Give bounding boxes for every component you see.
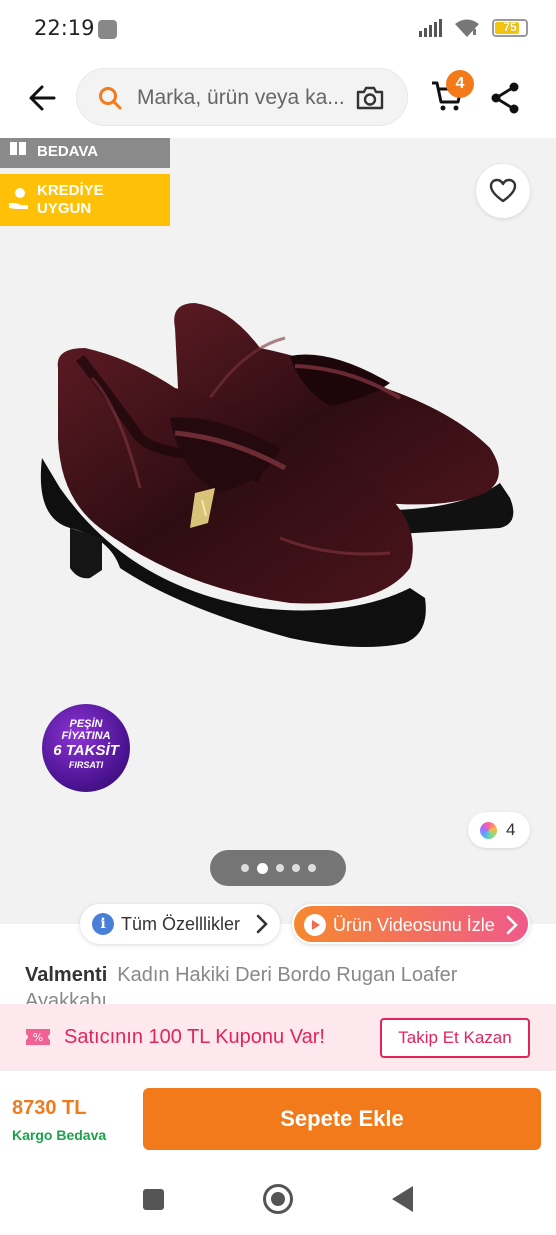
status-time: 22:19 [34, 16, 95, 40]
play-icon [304, 914, 326, 936]
chevron-right-icon [256, 914, 268, 934]
coupon-text: Satıcının 100 TL Kuponu Var! [64, 1026, 325, 1048]
installment-promo-badge: PEŞİN FİYATINA 6 TAKSİT FIRSATI [42, 704, 130, 792]
credit-label-line1: KREDİYE [37, 182, 104, 199]
hand-coin-icon [9, 188, 28, 209]
info-icon: i [92, 913, 114, 935]
pager-dot[interactable] [275, 864, 284, 872]
back-button[interactable] [24, 78, 64, 118]
add-to-cart-button[interactable]: Sepete Ekle [143, 1088, 541, 1150]
all-features-button[interactable]: i Tüm Özelllikler [80, 904, 280, 944]
top-navigation: Marka, ürün veya ka... 4 [0, 58, 556, 138]
product-photo [40, 303, 514, 647]
seller-coupon-bar: % Satıcının 100 TL Kuponu Var! Takip Et … [0, 1004, 556, 1070]
variant-count: 4 [506, 820, 516, 839]
credit-eligible-tag: KREDİYE UYGUN [0, 174, 170, 226]
share-icon [491, 82, 519, 114]
color-palette-icon [480, 822, 497, 839]
arrow-left-icon [29, 85, 56, 111]
search-placeholder: Marka, ürün veya ka... [137, 86, 345, 109]
battery-icon: 75 [492, 19, 528, 37]
chevron-right-icon [506, 915, 518, 935]
battery-level: 75 [503, 20, 517, 34]
checkout-bar: 8730 TL Kargo Bedava Sepete Ekle [0, 1070, 556, 1165]
promo-line1: PEŞİN [69, 718, 103, 730]
color-variants-button[interactable]: 4 [468, 812, 530, 848]
watch-video-button[interactable]: Ürün Videosunu İzle [292, 904, 530, 944]
product-title: Valmenti Kadın Hakiki Deri Bordo Rugan Lo… [25, 962, 535, 1004]
signal-icon [419, 19, 442, 37]
promo-line4: FIRSATI [68, 760, 104, 770]
free-shipping-text: Kargo Bedava [12, 1127, 107, 1143]
system-back-button[interactable] [392, 1186, 413, 1212]
brand-name[interactable]: Valmenti [25, 964, 107, 986]
search-icon [99, 87, 122, 110]
promo-line2: FİYATINA [61, 730, 111, 742]
pager-dot[interactable] [307, 864, 316, 872]
cart-count-badge: 4 [446, 70, 474, 98]
heart-icon [489, 178, 517, 203]
recent-apps-button[interactable] [143, 1189, 164, 1210]
box-icon [10, 142, 26, 155]
product-image-gallery[interactable]: BEDAVA KREDİYE UYGUN PEŞİN FİYATINA 6 TA… [0, 138, 556, 924]
price: 8730 TL [12, 1097, 87, 1119]
pager-dot[interactable] [291, 864, 300, 872]
image-pager[interactable] [210, 850, 346, 886]
pager-dot-active[interactable] [256, 862, 268, 874]
camera-icon[interactable] [355, 84, 385, 112]
notification-icon [98, 20, 117, 39]
svg-text:%: % [33, 1031, 43, 1044]
free-shipping-tag: BEDAVA [0, 138, 170, 168]
home-button[interactable] [263, 1184, 293, 1214]
favorite-button[interactable] [476, 164, 530, 218]
all-features-label: Tüm Özelllikler [121, 914, 241, 934]
watch-video-label: Ürün Videosunu İzle [333, 915, 495, 935]
status-bar: 22:19 75 [0, 0, 556, 58]
status-indicators: 75 [419, 18, 528, 38]
share-button[interactable] [488, 78, 524, 118]
pager-dot[interactable] [240, 864, 249, 872]
follow-and-win-button[interactable]: Takip Et Kazan [380, 1018, 530, 1058]
coupon-icon: % [26, 1029, 50, 1045]
promo-line3: 6 TAKSİT [53, 742, 119, 759]
credit-label-line2: UYGUN [37, 200, 92, 217]
free-shipping-label: BEDAVA [37, 143, 99, 160]
system-navigation-bar [0, 1165, 556, 1235]
wifi-icon [455, 19, 479, 37]
search-input[interactable]: Marka, ürün veya ka... [76, 68, 408, 126]
